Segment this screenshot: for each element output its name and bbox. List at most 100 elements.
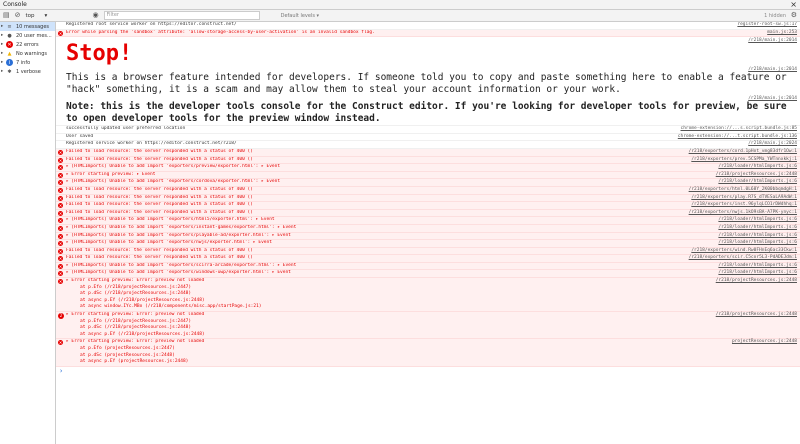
message-text: Registered root service worker on https:… — [66, 22, 237, 27]
source-link[interactable]: /r218/exporters/cord.1pHot_vmg83dfr1Ow:1 — [689, 149, 797, 156]
error-icon: ✕ — [58, 195, 63, 201]
sidebar-item-label: 1 verbose — [16, 68, 41, 75]
error-stack-message: ✕ ▸ Error starting preview: Error: previe… — [56, 339, 800, 367]
source-link[interactable]: /r218/exporters/html.0L68Y_2K00bbqmdgH:1 — [689, 187, 797, 194]
sidebar-item[interactable]: ▸ ▲ No warnings — [0, 49, 55, 58]
filter-input[interactable]: Filter — [103, 11, 260, 20]
source-link[interactable]: /r218/projectResources.js:2448 — [716, 278, 797, 285]
error-message: ✕ ▸ [HTMLImports] Unable to add import 'e… — [56, 179, 800, 187]
stack-frame[interactable]: at async p.EY (projectResources.js:2448) — [66, 359, 797, 366]
source-link[interactable]: register-root-sw.js:17 — [737, 22, 797, 29]
source-link[interactable]: /r218/loader/htmlImports.js:6 — [718, 270, 797, 277]
error-icon: ✕ — [58, 187, 63, 193]
error-icon: ✕ — [58, 241, 63, 247]
source-link[interactable]: /r218/loader/htmlImports.js:6 — [718, 217, 797, 224]
error-message: ✕ ▸ [HTMLImports] Unable to add import 'e… — [56, 232, 800, 241]
source-link[interactable]: /r218/loader/htmlImports.js:6 — [718, 164, 797, 171]
sidebar-item[interactable]: ▸ ✱ 1 verbose — [0, 67, 55, 76]
source-link[interactable]: /r218/exporters/prev.5CSPMa_YWTnnxkkj:1 — [691, 157, 797, 164]
source-link[interactable]: /r218/loader/htmlImports.js:6 — [718, 233, 797, 240]
message-text: ▸ [HTMLImports] Unable to add import 'ex… — [66, 224, 297, 230]
error-icon: ✕ — [58, 172, 63, 178]
error-message: ✕ ▸ Error starting preview: ▸ Event/r218/… — [56, 171, 800, 180]
stack-frame[interactable]: at async p.EY (/r218/projectResources.js… — [66, 332, 797, 339]
error-message: ✕ ▸ [HTMLImports] Unable to add import 'e… — [56, 224, 800, 233]
source-link[interactable]: /r218/projectResources.js:2448 — [716, 172, 797, 179]
message-text[interactable]: ▸ Error starting preview: Error: preview… — [66, 278, 204, 285]
message-text[interactable]: ▸ Error starting preview: Error: preview… — [66, 339, 204, 346]
error-icon: ✕ — [58, 218, 63, 224]
error-icon: ✕ — [58, 256, 63, 262]
stack-frame[interactable]: at p.dSc (/r218/projectResources.js:2448… — [66, 325, 797, 332]
sidebar-item-label: 22 errors — [16, 41, 39, 48]
console-prompt-input[interactable]: › — [56, 367, 800, 376]
source-link[interactable]: /r218/projectResources.js:2448 — [716, 312, 797, 319]
sidebar-item-label: 10 messages — [16, 23, 50, 30]
sidebar-toggle-icon[interactable]: ▤ — [3, 12, 10, 19]
source-link[interactable]: chrome-extension://...t.script.bundle.js… — [678, 134, 797, 141]
error-icon: ✕ — [58, 225, 63, 231]
source-link[interactable]: /r218/exporters/scir.C5cor5L3-PdADEJdm:1 — [689, 255, 797, 262]
error-message: ✕ Failed to load resource: the server res… — [56, 194, 800, 203]
source-link[interactable]: chrome-extension://...s.script.bundle.js… — [681, 126, 798, 133]
error-message: ✕ Failed to load resource: the server res… — [56, 209, 800, 218]
source-link[interactable]: /r218/exporters/inst.96ylqLCO1rDWdhhq:1 — [691, 202, 797, 209]
source-link[interactable]: /r218/loader/htmlImports.js:6 — [718, 179, 797, 186]
info-icon: i — [6, 59, 13, 66]
stack-frame[interactable]: at async window.IYc.MBo (/r218/component… — [66, 304, 797, 311]
message-text: Failed to load resource: the server resp… — [66, 247, 253, 253]
stack-frame[interactable]: at p.Efo (projectResources.js:2447) — [66, 346, 797, 353]
source-link[interactable]: /r218/exporters/play.R7S_dTVESaLA9AdW:1 — [691, 195, 797, 202]
source-link[interactable]: /r218/loader/htmlImports.js:6 — [718, 225, 797, 232]
message-text: ▸ Error starting preview: ▸ Event — [66, 171, 156, 177]
error-icon: 2 — [58, 313, 64, 320]
source-link[interactable]: /r218/loader/htmlImports.js:6 — [718, 263, 797, 270]
user-icon: ● — [7, 32, 12, 39]
log-message: User saved chrome-extension://...t.script… — [56, 134, 800, 142]
message-text: Failed to load resource: the server resp… — [66, 209, 253, 215]
eye-icon[interactable]: ◉ — [93, 12, 99, 19]
message-text: ▸ [HTMLImports] Unable to add import 'ex… — [66, 217, 275, 223]
source-link[interactable]: main.js:253 — [767, 30, 797, 37]
sidebar-item[interactable]: ▸ ≡ 10 messages — [0, 22, 55, 31]
message-text: ▸ [HTMLImports] Unable to add import 'ex… — [66, 179, 281, 185]
error-icon: ✕ — [58, 263, 63, 269]
close-icon[interactable]: × — [790, 0, 797, 9]
sidebar-item[interactable]: ▸ ✕ 22 errors — [0, 40, 55, 49]
source-link[interactable]: /r218/exporters/wind.Rw0FHnEq6ac33Ckw:1 — [691, 248, 797, 255]
error-message: ✕ ▸ [HTMLImports] Unable to add import 'e… — [56, 217, 800, 225]
hidden-count: 1 hidden — [764, 12, 786, 19]
sidebar-item[interactable]: ▸ i 7 info — [0, 58, 55, 67]
developer-note: Note: this is the developer tools consol… — [66, 101, 787, 125]
error-message: ✕ ▸ [HTMLImports] Unable to add import 'e… — [56, 240, 800, 248]
log-message: Registered root service worker on https:… — [56, 22, 800, 30]
stack-frame[interactable]: at p.dSc (/r218/projectResources.js:2448… — [66, 291, 797, 298]
source-link[interactable]: /r218/exporters/nwjs.1kO9sBA-A7PK-ynyc:1 — [689, 210, 797, 217]
error-icon: ✕ — [58, 157, 63, 163]
error-icon: ✕ — [58, 248, 63, 254]
message-text: Registered service worker on https://edi… — [66, 141, 237, 147]
context-selector[interactable]: top ▾ — [26, 13, 88, 19]
error-icon: ✕ — [6, 41, 13, 48]
message-text: successfully updated user preferred loca… — [66, 126, 186, 132]
message-text: Failed to load resource: the server resp… — [66, 156, 253, 162]
source-link[interactable]: /r218/main.js:2024 — [748, 141, 797, 148]
message-text[interactable]: ▸ Error starting preview: Error: preview… — [66, 312, 204, 319]
sidebar-item[interactable]: ▸ ● 20 user mes... — [0, 31, 55, 40]
error-stack-message: 2 ▸ Error starting preview: Error: previe… — [56, 312, 800, 340]
sidebar-item-label: No warnings — [16, 50, 48, 57]
source-link[interactable]: /r218/loader/htmlImports.js:6 — [718, 240, 797, 247]
console-toolbar: ▤ ⊘ top ▾ ◉ Filter Default levels ▾ 1 hi… — [0, 10, 800, 22]
gear-icon[interactable]: ⚙ — [791, 12, 797, 19]
error-message: ✕ ▸ [HTMLImports] Unable to add import 'e… — [56, 262, 800, 271]
error-icon: ✕ — [58, 180, 63, 186]
error-icon: ✕ — [58, 165, 63, 171]
error-message: ✕ Failed to load resource: the server res… — [56, 186, 800, 195]
message-text: Failed to load resource: the server resp… — [66, 255, 253, 261]
error-message: ✕ Failed to load resource: the server res… — [56, 148, 800, 157]
levels-dropdown[interactable]: Default levels ▾ — [281, 13, 319, 19]
message-text: Failed to load resource: the server resp… — [66, 148, 253, 154]
source-link[interactable]: projectResources.js:2448 — [732, 339, 797, 346]
stack-header: ▸ Error starting preview: Error: preview… — [66, 278, 797, 285]
clear-console-icon[interactable]: ⊘ — [15, 12, 21, 19]
